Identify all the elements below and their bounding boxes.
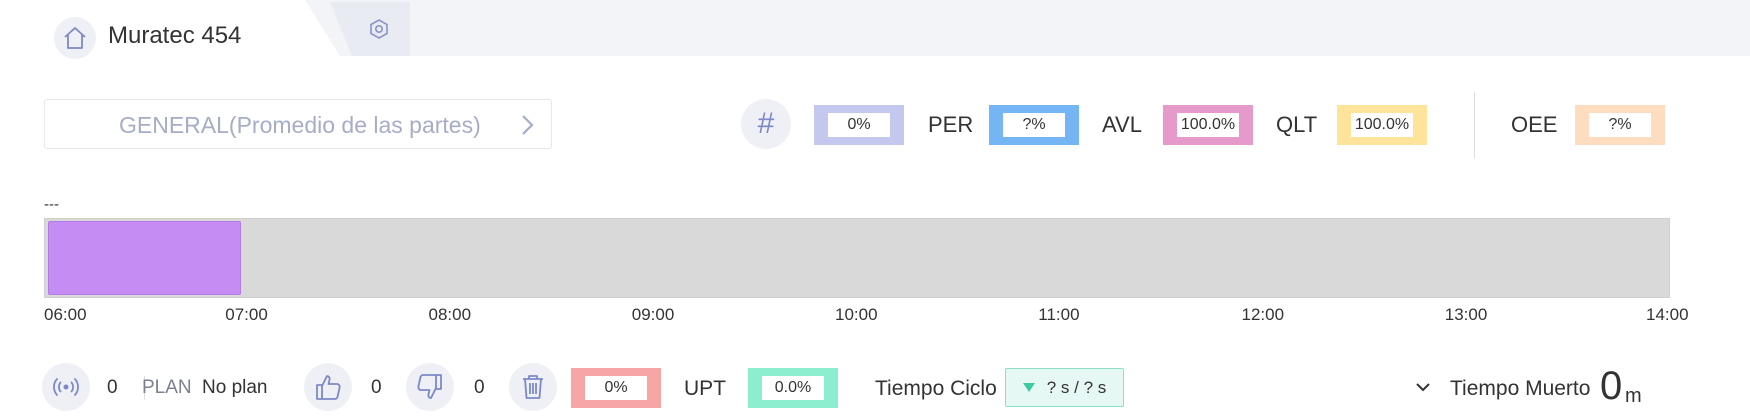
part-selector-label: GENERAL(Promedio de las partes) — [119, 112, 481, 138]
thumbs-down-icon[interactable] — [406, 363, 454, 411]
upt-value: 0.0% — [762, 376, 824, 400]
qlt-label: QLT — [1276, 112, 1318, 137]
timeline-label: --- — [44, 196, 59, 213]
timeline-tick-label: 14:00 — [1646, 305, 1689, 324]
qlt-value: 100.0% — [1351, 113, 1413, 137]
signal-count: 0 — [107, 377, 118, 398]
scrap-percent-badge: 0% — [571, 368, 661, 408]
dead-time-value: 0 — [1600, 364, 1623, 408]
triangle-down-icon — [1022, 383, 1035, 392]
timeline-tick-label: 09:00 — [631, 305, 675, 324]
dead-time-unit: m — [1625, 385, 1642, 407]
timeline-tick-label: 06:00 — [44, 305, 87, 324]
oee-badge: ?% — [1575, 105, 1665, 145]
per-label: PER — [928, 112, 974, 137]
dead-time-label: Tiempo Muerto — [1450, 377, 1591, 400]
oee-value: ?% — [1589, 113, 1651, 137]
count-badge: 0% — [814, 105, 904, 145]
plan-label: PLAN — [142, 377, 192, 398]
machine-title: Muratec 454 — [108, 22, 242, 49]
timeline-tick-label: 13:00 — [1444, 305, 1488, 324]
part-selector[interactable]: GENERAL(Promedio de las partes) — [44, 99, 552, 149]
home-icon[interactable] — [54, 17, 96, 59]
timeline-tick-label: 11:00 — [1038, 305, 1080, 324]
chevron-down-icon[interactable] — [1414, 380, 1432, 399]
cycle-time-label: Tiempo Ciclo — [875, 377, 997, 400]
good-count: 0 — [371, 377, 382, 398]
avl-value: 100.0% — [1177, 113, 1239, 137]
bad-count: 0 — [474, 377, 485, 398]
cycle-time-badge[interactable]: ? s / ? s — [1005, 368, 1124, 407]
scrap-percent-value: 0% — [585, 376, 647, 400]
metrics-divider — [1474, 92, 1475, 158]
plan-value: No plan — [202, 377, 268, 398]
count-value: 0% — [828, 113, 890, 137]
chevron-right-icon — [517, 113, 537, 142]
trash-icon[interactable] — [509, 363, 557, 411]
cycle-time-value: ? s / ? s — [1046, 377, 1107, 397]
signal-broadcast-icon[interactable] — [42, 363, 90, 411]
thumbs-up-icon[interactable] — [304, 363, 352, 411]
timeline-tick-label: 07:00 — [225, 305, 268, 324]
timeline-tick-label: 10:00 — [835, 305, 878, 324]
oee-label: OEE — [1511, 112, 1558, 137]
avl-badge: 100.0% — [1163, 105, 1253, 145]
upt-badge: 0.0% — [748, 368, 838, 408]
production-timeline[interactable] — [44, 218, 1670, 298]
per-value: ?% — [1003, 113, 1065, 137]
per-badge: ?% — [989, 105, 1079, 145]
upt-label: UPT — [684, 377, 726, 400]
avl-label: AVL — [1102, 112, 1142, 137]
hexagon-settings-icon[interactable] — [368, 18, 390, 40]
qlt-badge: 100.0% — [1337, 105, 1427, 145]
timeline-tick-label: 08:00 — [428, 305, 472, 324]
timeline-tick-label: 12:00 — [1241, 305, 1285, 324]
timeline-segment[interactable] — [48, 221, 242, 295]
count-hash-icon: # — [741, 99, 791, 149]
